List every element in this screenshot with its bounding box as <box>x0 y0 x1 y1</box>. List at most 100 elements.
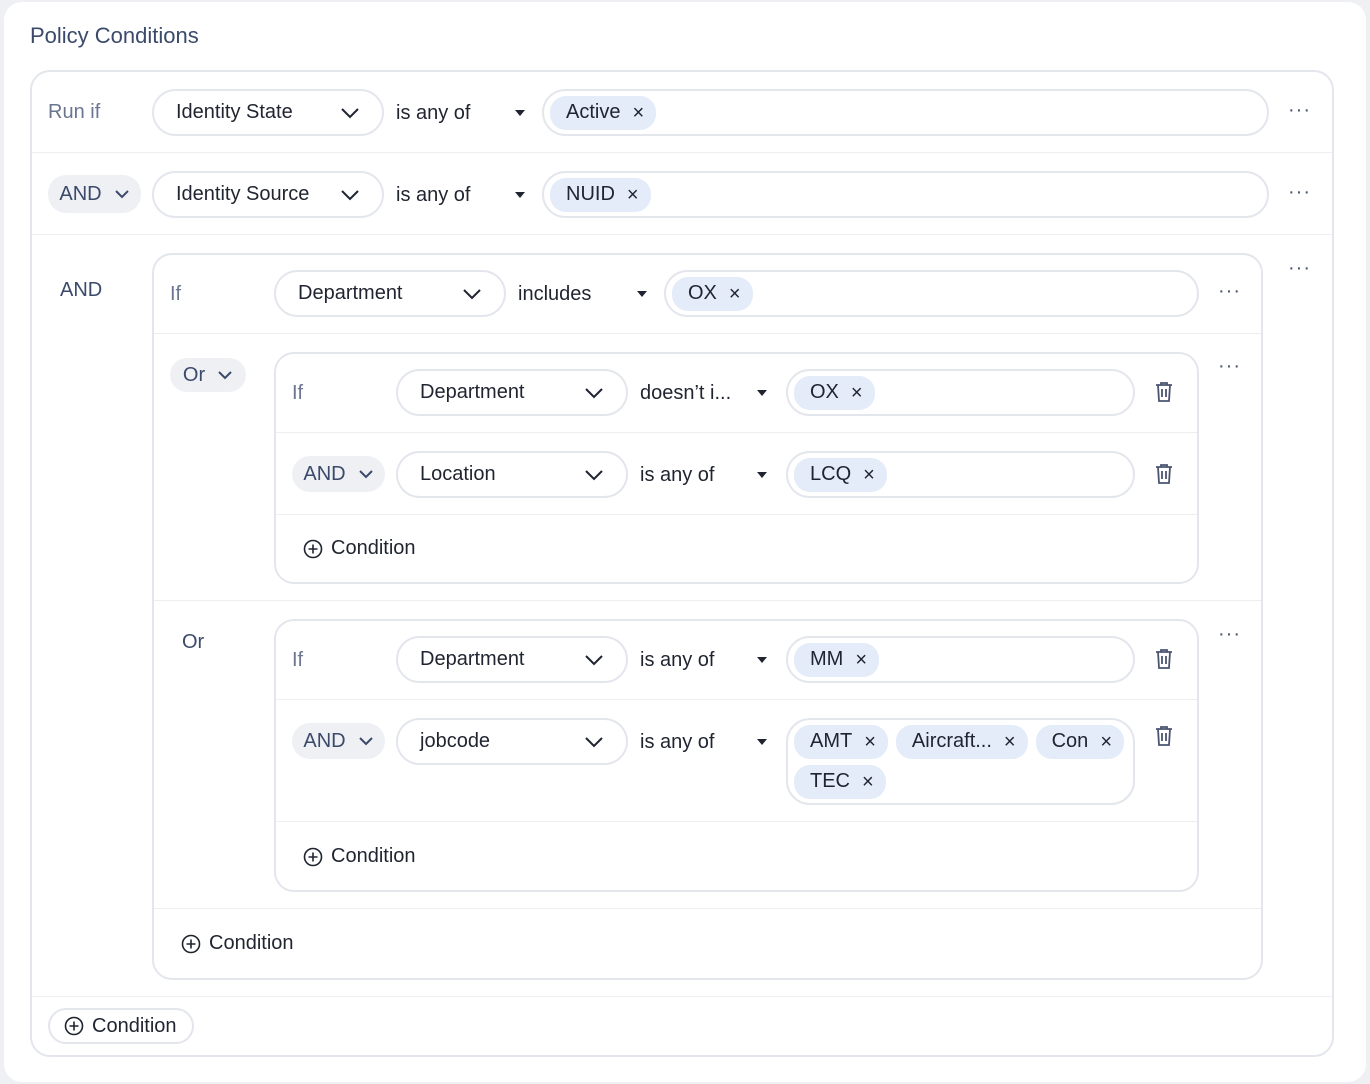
field-label: Department <box>420 381 525 403</box>
row-divider <box>32 996 1332 997</box>
field-select-identity-state[interactable]: Identity State <box>152 89 384 136</box>
operator-label: doesn’t i... <box>640 381 732 404</box>
close-icon[interactable]: × <box>627 185 639 205</box>
close-icon[interactable]: × <box>1004 732 1016 752</box>
field-select-location[interactable]: Location <box>396 451 628 498</box>
operator-label: includes <box>518 282 592 305</box>
or-connector-label: Or <box>182 631 205 653</box>
value-chip: Aircraft... × <box>895 724 1028 759</box>
row-divider <box>276 432 1197 433</box>
caret-down-icon <box>636 290 648 298</box>
field-select-department[interactable]: Department <box>396 636 628 683</box>
and-connector-select[interactable]: AND <box>292 456 385 492</box>
operator-select[interactable]: is any of <box>640 729 768 755</box>
chip-label: NUID <box>566 183 615 205</box>
field-select-jobcode[interactable]: jobcode <box>396 718 628 765</box>
add-condition-button[interactable]: Condition <box>181 932 294 955</box>
chevron-down-icon <box>584 387 604 399</box>
trash-icon[interactable] <box>1154 463 1174 485</box>
add-condition-button[interactable]: Condition <box>303 845 416 868</box>
run-if-label: Run if <box>48 101 101 123</box>
operator-select[interactable]: is any of <box>640 462 768 488</box>
chevron-down-icon <box>340 189 360 201</box>
operator-select[interactable]: doesn’t i... <box>640 380 768 406</box>
chevron-down-icon <box>584 654 604 666</box>
caret-down-icon <box>756 738 768 746</box>
row-divider <box>154 333 1261 334</box>
operator-select[interactable]: is any of <box>640 647 768 673</box>
value-input[interactable]: MM × <box>786 636 1135 683</box>
close-icon[interactable]: × <box>851 383 863 403</box>
add-condition-label: Condition <box>331 537 416 559</box>
close-icon[interactable]: × <box>1100 732 1112 752</box>
field-select-department[interactable]: Department <box>396 369 628 416</box>
close-icon[interactable]: × <box>862 772 874 792</box>
and-connector-select[interactable]: AND <box>48 175 141 213</box>
close-icon[interactable]: × <box>632 103 644 123</box>
field-select-identity-source[interactable]: Identity Source <box>152 171 384 218</box>
page-title: Policy Conditions <box>30 23 199 48</box>
value-chip: OX × <box>794 375 875 410</box>
and-connector-select[interactable]: AND <box>292 723 385 759</box>
row-divider <box>32 152 1332 153</box>
chip-label: OX <box>688 282 717 304</box>
value-input[interactable]: Active × <box>542 89 1269 136</box>
more-icon[interactable]: ··· <box>1288 182 1311 202</box>
chevron-down-icon <box>358 469 374 479</box>
caret-down-icon <box>756 389 768 397</box>
operator-select[interactable]: is any of <box>396 182 526 208</box>
field-label: Department <box>298 282 403 304</box>
field-select-department[interactable]: Department <box>274 270 506 317</box>
field-label: jobcode <box>420 730 491 752</box>
plus-circle-icon <box>303 539 323 559</box>
value-chip: LCQ × <box>794 457 887 492</box>
close-icon[interactable]: × <box>864 732 876 752</box>
row-divider <box>276 514 1197 515</box>
more-icon[interactable]: ··· <box>1218 356 1241 376</box>
operator-select[interactable]: is any of <box>396 100 526 126</box>
chevron-down-icon <box>217 370 233 380</box>
field-label: Department <box>420 648 525 670</box>
field-label: Identity Source <box>176 183 310 205</box>
value-chip: MM × <box>794 642 880 677</box>
value-chip: OX × <box>672 276 753 311</box>
caret-down-icon <box>756 656 768 664</box>
chip-label: OX <box>810 381 839 403</box>
chip-label: Active <box>566 101 621 123</box>
connector-label: AND <box>303 729 346 752</box>
value-input[interactable]: OX × <box>664 270 1199 317</box>
operator-label: is any of <box>396 183 471 206</box>
close-icon[interactable]: × <box>855 650 867 670</box>
caret-down-icon <box>514 109 526 117</box>
add-condition-button[interactable]: Condition <box>303 537 416 560</box>
chip-label: MM <box>810 648 844 670</box>
value-input[interactable]: AMT × Aircraft... × Con × TEC × <box>786 718 1135 805</box>
more-icon[interactable]: ··· <box>1218 281 1241 301</box>
trash-icon[interactable] <box>1154 381 1174 403</box>
chevron-down-icon <box>584 736 604 748</box>
more-icon[interactable]: ··· <box>1288 100 1311 120</box>
more-icon[interactable]: ··· <box>1218 624 1241 644</box>
if-label: If <box>170 283 182 305</box>
if-label: If <box>292 649 304 671</box>
chevron-down-icon <box>584 469 604 481</box>
caret-down-icon <box>756 471 768 479</box>
row-divider <box>154 600 1261 601</box>
close-icon[interactable]: × <box>729 284 741 304</box>
operator-select[interactable]: includes <box>518 281 648 307</box>
more-icon[interactable]: ··· <box>1288 258 1311 278</box>
caret-down-icon <box>514 191 526 199</box>
trash-icon[interactable] <box>1154 648 1174 670</box>
field-label: Identity State <box>176 101 293 123</box>
chevron-down-icon <box>358 736 374 746</box>
and-connector-label: AND <box>60 279 103 301</box>
chip-label: TEC <box>810 770 850 792</box>
add-condition-button[interactable]: Condition <box>48 1008 194 1044</box>
connector-label: AND <box>303 462 346 485</box>
value-input[interactable]: NUID × <box>542 171 1269 218</box>
value-input[interactable]: OX × <box>786 369 1135 416</box>
or-connector-select[interactable]: Or <box>170 358 246 392</box>
close-icon[interactable]: × <box>863 465 875 485</box>
trash-icon[interactable] <box>1154 725 1174 747</box>
value-input[interactable]: LCQ × <box>786 451 1135 498</box>
